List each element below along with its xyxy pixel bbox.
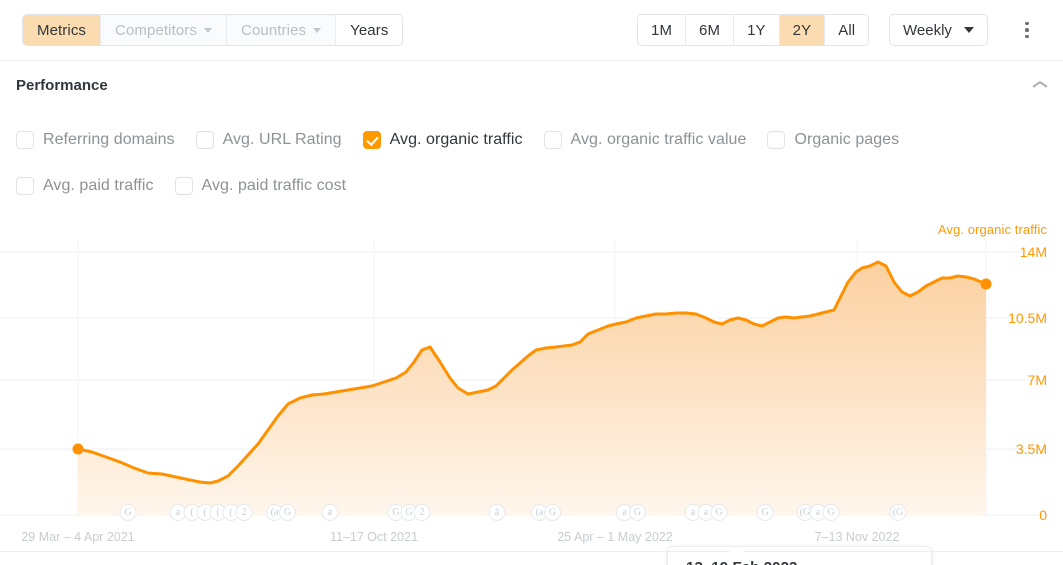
kebab-dot <box>1025 28 1029 32</box>
chevron-down-icon <box>963 27 974 33</box>
metric-checkbox-row-2: Avg. paid traffic Avg. paid traffic cost <box>16 177 367 195</box>
tab-metrics[interactable]: Metrics <box>23 15 102 45</box>
kebab-menu-icon[interactable] <box>1016 16 1038 44</box>
algo-update-badge-group[interactable]: GG2 <box>387 504 431 521</box>
tab-countries-label: Countries <box>241 21 307 39</box>
algo-update-badge-group[interactable]: a <box>321 504 339 521</box>
algo-update-badge-icon[interactable]: G <box>756 504 774 521</box>
tab-competitors-label: Competitors <box>115 21 198 39</box>
checkbox-organic-pages[interactable]: Organic pages <box>767 131 899 149</box>
algo-update-badge-group[interactable]: ā <box>488 504 506 521</box>
algorithm-update-badges: Ga((((2 (a Ga G G 2 ā (a Ga Ga a G G (G a G (G <box>0 504 1063 526</box>
chart-tooltip: 13–19 Feb 2023 Avg. organic traffic 12,2… <box>668 547 931 565</box>
kebab-dot <box>1025 34 1029 39</box>
range-6m[interactable]: 6M <box>686 15 735 45</box>
metric-tab-group[interactable]: Metrics Competitors Countries Years <box>22 14 404 46</box>
tab-competitors[interactable]: Competitors <box>101 15 228 45</box>
algo-update-badge-icon[interactable]: G <box>822 504 840 521</box>
checkbox-icon[interactable] <box>195 131 214 149</box>
algo-update-badge-group[interactable]: (G a G <box>796 504 840 521</box>
range-1y-label: 1Y <box>747 21 766 39</box>
checkbox-checked-icon[interactable] <box>362 131 381 149</box>
algo-update-badge-icon[interactable]: (G <box>889 504 907 521</box>
tab-years-label: Years <box>350 21 389 39</box>
checkbox-avg-organic-traffic-value[interactable]: Avg. organic traffic value <box>543 131 747 149</box>
x-axis-tick: 7–13 Nov 2022 <box>814 530 900 544</box>
range-1m-label: 1M <box>651 21 673 39</box>
checkbox-icon[interactable] <box>767 131 786 149</box>
range-all[interactable]: All <box>825 15 869 45</box>
kebab-dot <box>1025 21 1029 26</box>
date-range-group[interactable]: 1M 6M 1Y 2Y All <box>637 14 870 46</box>
range-2y[interactable]: 2Y <box>779 15 826 45</box>
algo-update-badge-group[interactable]: G <box>756 504 774 521</box>
checkbox-icon[interactable] <box>16 131 34 149</box>
range-1y[interactable]: 1Y <box>734 15 780 45</box>
checkbox-icon[interactable] <box>543 131 562 149</box>
checkbox-avg-paid-traffic[interactable]: Avg. paid traffic <box>16 177 154 195</box>
algo-update-badge-group[interactable]: (G <box>889 504 907 521</box>
checkbox-avg-paid-traffic-cost[interactable]: Avg. paid traffic cost <box>174 177 347 195</box>
divider <box>744 551 1063 552</box>
range-6m-label: 6M <box>699 21 721 39</box>
algo-update-badge-icon[interactable]: G <box>710 504 728 521</box>
algo-update-badge-group[interactable]: aG <box>616 504 646 521</box>
algo-update-badge-icon[interactable]: G <box>279 504 296 521</box>
algo-update-badge-icon[interactable]: 2 <box>413 504 431 521</box>
tab-years[interactable]: Years <box>336 15 403 45</box>
divider <box>0 551 730 552</box>
algo-update-badge-icon[interactable]: a <box>321 504 339 521</box>
checkbox-avg-organic-traffic[interactable]: Avg. organic traffic <box>362 131 523 149</box>
algo-update-badge-icon[interactable]: G <box>544 504 561 521</box>
granularity-value: Weekly <box>903 21 952 39</box>
chevron-down-icon <box>313 27 322 33</box>
x-axis-tick: 29 Mar – 4 Apr 2021 <box>21 530 135 544</box>
algo-update-badge-icon[interactable]: G <box>629 504 646 521</box>
algo-update-badge-group[interactable]: (a G <box>531 504 561 521</box>
tooltip-date: 13–19 Feb 2023 <box>686 559 913 565</box>
granularity-dropdown[interactable]: Weekly <box>889 14 988 46</box>
y-axis-tick: 7M <box>1027 372 1047 388</box>
checkbox-label: Avg. organic traffic value <box>570 131 747 148</box>
y-axis-tick: 14M <box>1019 244 1047 260</box>
algo-update-badge-icon[interactable]: ā <box>488 504 506 521</box>
traffic-chart: Avg. organic traffic 14M 10.5M 7M 3.5M 0 29 … <box>0 212 1063 565</box>
tab-metrics-label: Metrics <box>37 21 87 39</box>
y-axis-tick: 10.5M <box>1008 310 1047 326</box>
chevron-up-icon[interactable] <box>1033 83 1047 92</box>
checkbox-label: Referring domains <box>43 131 175 148</box>
algo-update-badge-icon[interactable]: 2 <box>235 504 253 521</box>
top-toolbar: Metrics Competitors Countries Years 1M 6… <box>0 0 1063 61</box>
chart-canvas[interactable] <box>0 212 1063 542</box>
checkbox-label: Avg. paid traffic cost <box>201 177 347 194</box>
metric-checkbox-row-1: Referring domains Avg. URL Rating Avg. o… <box>16 131 920 149</box>
checkbox-icon[interactable] <box>16 177 34 195</box>
page-title: Performance <box>16 77 108 94</box>
algo-update-badge-group[interactable]: ((((2 <box>183 504 253 521</box>
performance-chart-panel: Metrics Competitors Countries Years 1M 6… <box>0 0 1063 565</box>
algo-update-badge-group[interactable]: G <box>119 504 137 521</box>
range-1m[interactable]: 1M <box>638 15 687 45</box>
range-2y-label: 2Y <box>792 21 812 39</box>
checkbox-label: Avg. organic traffic <box>389 131 523 148</box>
checkbox-label: Avg. paid traffic <box>43 177 154 194</box>
algo-update-badge-group[interactable]: (a G <box>266 504 296 521</box>
range-all-label: All <box>838 21 856 39</box>
checkbox-label: Organic pages <box>794 131 900 148</box>
algo-update-badge-group[interactable]: aaG <box>684 504 728 521</box>
x-axis-tick: 11–17 Oct 2021 <box>329 530 419 544</box>
y-axis-tick: 3.5M <box>1015 441 1047 457</box>
checkbox-referring-domains[interactable]: Referring domains <box>16 131 175 149</box>
chevron-down-icon <box>204 27 213 33</box>
checkbox-label: Avg. URL Rating <box>222 131 342 148</box>
section-header: Performance <box>0 61 1063 115</box>
x-axis-tick: 25 Apr – 1 May 2022 <box>557 530 673 544</box>
checkbox-avg-url-rating[interactable]: Avg. URL Rating <box>195 131 342 149</box>
tab-countries[interactable]: Countries <box>227 15 337 45</box>
algo-update-badge-icon[interactable]: G <box>119 504 137 521</box>
checkbox-icon[interactable] <box>174 177 193 195</box>
